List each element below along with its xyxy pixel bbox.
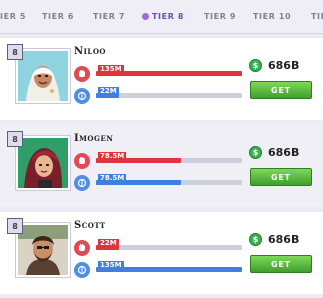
avatar	[18, 225, 68, 275]
portrait-niloo	[16, 49, 70, 103]
price-value: 686B	[268, 58, 300, 72]
price: $ 686B	[249, 145, 299, 159]
character-card: 8 Niloo 135M 22M $ 686B GET	[0, 38, 323, 120]
fist-icon	[74, 153, 90, 169]
coin-icon: $	[249, 232, 262, 246]
level-badge: 8	[7, 131, 23, 147]
price: $ 686B	[249, 58, 299, 72]
active-tab-icon	[142, 13, 149, 20]
tab-tier-5[interactable]: TIER 5	[0, 12, 26, 21]
get-button[interactable]: GET	[250, 168, 312, 186]
tab-tier-6[interactable]: TIER 6	[42, 12, 74, 21]
price-value: 686B	[268, 232, 300, 246]
tab-tier-11[interactable]: TIER	[311, 12, 323, 21]
tab-tier-9[interactable]: TIER 9	[204, 12, 236, 21]
fist-icon	[74, 240, 90, 256]
brain-icon	[74, 88, 90, 104]
strength-value: 22M	[98, 239, 119, 247]
price: $ 686B	[249, 232, 299, 246]
brain-icon	[74, 175, 90, 191]
avatar	[18, 138, 68, 188]
character-name: Imogen	[74, 133, 114, 144]
intellect-value: 78.5M	[98, 174, 127, 182]
fist-icon	[74, 66, 90, 82]
strength-value: 135M	[98, 65, 124, 73]
tab-tier-7[interactable]: TIER 7	[93, 12, 125, 21]
portrait-imogen	[16, 136, 70, 190]
character-name: Niloo	[74, 46, 107, 57]
intellect-value: 135M	[98, 261, 124, 269]
level-badge: 8	[7, 44, 23, 60]
coin-icon: $	[249, 58, 262, 72]
tab-tier-8[interactable]: TIER 8	[142, 12, 184, 21]
coin-icon: $	[249, 145, 262, 159]
brain-icon	[74, 262, 90, 278]
get-button[interactable]: GET	[250, 81, 312, 99]
character-name: Scott	[74, 220, 106, 231]
avatar	[18, 51, 68, 101]
intellect-value: 22M	[98, 87, 119, 95]
tier-tab-bar: TIER 5 TIER 6 TIER 7 TIER 8 TIER 9 TIER …	[0, 0, 323, 34]
character-card: 8 Imogen 78.5M 78.5M $ 686B GET	[0, 125, 323, 207]
price-value: 686B	[268, 145, 300, 159]
level-badge: 8	[7, 218, 23, 234]
tab-tier-8-label: TIER 8	[152, 12, 185, 21]
portrait-scott	[16, 223, 70, 277]
tab-tier-10[interactable]: TIER 10	[253, 12, 291, 21]
get-button[interactable]: GET	[250, 255, 312, 273]
strength-value: 78.5M	[98, 152, 127, 160]
character-card: 8 Scott 22M 135M $ 686B GET	[0, 212, 323, 294]
